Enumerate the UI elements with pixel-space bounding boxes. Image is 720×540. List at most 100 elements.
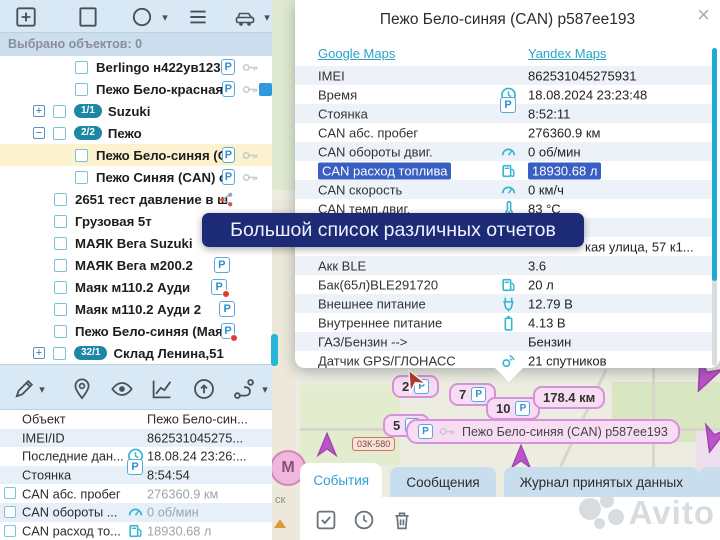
badge-count: 10: [496, 401, 510, 416]
eye-icon[interactable]: [110, 377, 134, 401]
gauge-icon: [127, 504, 144, 521]
error-dot-icon: [222, 290, 230, 298]
info-row-checkbox[interactable]: [4, 487, 16, 499]
send-track-icon[interactable]: [192, 377, 216, 401]
location-pin-icon[interactable]: [70, 377, 94, 401]
dropdown-icon[interactable]: ▾: [159, 5, 171, 29]
key-icon: [242, 81, 259, 98]
delete-icon[interactable]: [390, 508, 414, 532]
tree-checkbox[interactable]: [53, 105, 66, 118]
time-filter-icon[interactable]: [352, 508, 376, 532]
popup-row-label: CAN абс. пробег: [318, 125, 418, 140]
vehicle-map-tooltip[interactable]: PПежо Бело-синяя (CAN) p587ee193: [406, 419, 680, 444]
parking-icon: P: [211, 279, 227, 295]
dropdown-icon[interactable]: ▾: [259, 377, 271, 401]
popup-scrollbar-thumb[interactable]: [712, 48, 717, 281]
dropdown-icon[interactable]: ▾: [261, 5, 273, 29]
google-maps-link[interactable]: Google Maps: [318, 46, 395, 61]
tree-item[interactable]: +1/1Suzuki: [0, 100, 272, 122]
tree-checkbox[interactable]: [75, 61, 88, 74]
popup-row-value: 3.6: [528, 258, 546, 273]
tab-Журнал принятых данных[interactable]: Журнал принятых данных: [504, 467, 699, 497]
expand-toggle-icon[interactable]: +: [33, 105, 45, 117]
convoy-car-icon[interactable]: [233, 5, 257, 29]
info-row-value: 862531045275...: [147, 430, 243, 445]
select-all-icon[interactable]: [314, 508, 338, 532]
tree-item[interactable]: Пежо Бело-синяя (МаяP: [0, 320, 272, 342]
selected-objects-label: Выбрано объектов: 0: [8, 37, 142, 51]
popup-scrollbar[interactable]: [712, 48, 717, 366]
tree-checkbox[interactable]: [54, 193, 67, 206]
tree-checkbox[interactable]: [54, 325, 67, 338]
tree-checkbox[interactable]: [75, 83, 88, 96]
info-row-checkbox[interactable]: [4, 525, 16, 537]
tree-item[interactable]: Маяк м110.2 АудиP: [0, 276, 272, 298]
tree-checkbox[interactable]: [53, 127, 66, 140]
parking-icon: P: [127, 459, 143, 475]
edit-pencil-icon[interactable]: [12, 377, 36, 401]
objects-toolbar: ▾▾: [0, 0, 272, 33]
tree-item[interactable]: Berlingo н422ув123P: [0, 56, 272, 78]
share-icon: [218, 191, 235, 208]
events-tabs: События Сообщения Журнал принятых данных: [300, 463, 720, 497]
tree-item[interactable]: +32/1Склад Ленина,51: [0, 342, 272, 364]
popup-row-label: Стоянка: [318, 106, 368, 121]
tree-checkbox[interactable]: [53, 347, 66, 360]
geofence-circle-icon[interactable]: [130, 5, 154, 29]
popup-row: IMEI862531045275931: [295, 66, 712, 85]
tree-checkbox[interactable]: [54, 237, 67, 250]
gauge-icon: [500, 181, 517, 198]
avito-logo-icon: [579, 494, 625, 532]
route-icon[interactable]: [232, 377, 256, 401]
tree-item[interactable]: МАЯК Вега м200.2P: [0, 254, 272, 276]
fuel-icon: [500, 276, 517, 293]
popup-row-value: 8:52:11: [528, 106, 570, 121]
tab-more[interactable]: [699, 467, 720, 497]
tree-item[interactable]: Пежо Синяя (CAN) сP: [0, 166, 272, 188]
info-row-label: Объект: [22, 412, 66, 427]
popup-pointer: [495, 368, 523, 382]
tree-checkbox[interactable]: [75, 149, 88, 162]
tree-checkbox[interactable]: [54, 259, 67, 272]
tab-Сообщения[interactable]: Сообщения: [390, 467, 495, 497]
tree-item[interactable]: Пежо Бело-синяя (CP: [0, 144, 272, 166]
key-icon: [242, 59, 259, 76]
list-view-icon[interactable]: [186, 5, 210, 29]
tree-item[interactable]: 2651 тест давление в ш: [0, 188, 272, 210]
popup-row: CAN абс. пробег 276360.9 км: [295, 123, 712, 142]
popup-row-value: кая улица, 57 к1...: [585, 239, 694, 254]
tab-События[interactable]: События: [300, 463, 382, 497]
popup-row-label: Внешнее питание: [318, 296, 426, 311]
shape-icon[interactable]: [76, 5, 100, 29]
info-row-label: CAN обороты ...: [22, 505, 117, 520]
selected-label: CAN расход топлива: [318, 162, 451, 179]
popup-row: Внутреннее питание4.13 В: [295, 313, 712, 332]
popup-row-label: Датчик GPS/ГЛОНАСС: [318, 353, 456, 368]
yandex-maps-link[interactable]: Yandex Maps: [528, 46, 607, 61]
tree-scrollbar-thumb[interactable]: [271, 334, 278, 366]
popup-row-value: 276360.9 км: [528, 125, 600, 140]
tree-checkbox[interactable]: [75, 171, 88, 184]
count-badge: 32/1: [74, 346, 107, 360]
info-row-label: IMEI/ID: [22, 430, 65, 445]
tree-checkbox[interactable]: [54, 281, 67, 294]
tree-checkbox[interactable]: [54, 215, 67, 228]
expand-toggle-icon[interactable]: +: [33, 347, 45, 359]
popup-row-value: Бензин: [528, 334, 571, 349]
add-object-icon[interactable]: [14, 5, 38, 29]
tree-item[interactable]: −2/2Пежо: [0, 122, 272, 144]
map-parking-badge[interactable]: 178.4 км: [533, 386, 605, 409]
tree-item[interactable]: Пежо Бело-краснаяP: [0, 78, 272, 100]
info-row-checkbox[interactable]: [4, 506, 16, 518]
tree-checkbox[interactable]: [54, 303, 67, 316]
chart-icon[interactable]: [150, 377, 174, 401]
popup-row: CAN обороты двиг.0 об/мин: [295, 142, 712, 161]
dropdown-icon[interactable]: ▾: [36, 377, 48, 401]
info-row-value: 18930.68 л: [147, 523, 211, 538]
parking-icon: P: [418, 424, 433, 439]
tree-item[interactable]: Маяк м110.2 Ауди 2P: [0, 298, 272, 320]
object-details-popup: Пежо Бело-синяя (CAN) p587ee193 × Google…: [295, 0, 720, 368]
close-icon[interactable]: ×: [697, 4, 710, 26]
expand-toggle-icon[interactable]: −: [33, 127, 45, 139]
map-road: [652, 368, 655, 468]
